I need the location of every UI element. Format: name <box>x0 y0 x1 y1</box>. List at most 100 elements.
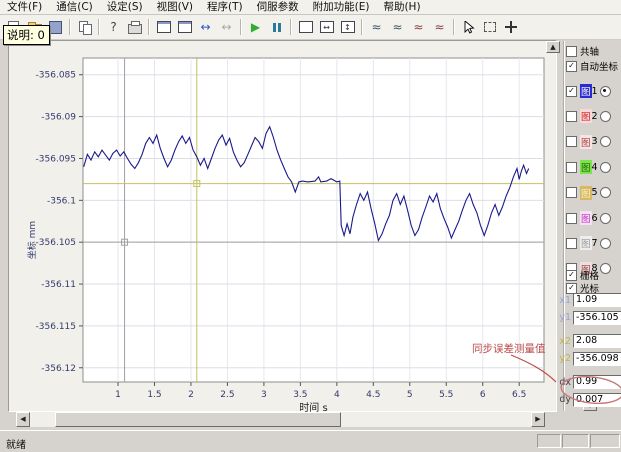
y2-input[interactable]: -356.098 <box>573 352 621 366</box>
grid-option[interactable]: ✓栅格 <box>566 268 599 282</box>
menu-item-3[interactable]: 视图(V) <box>150 0 200 14</box>
x2-input[interactable]: 2.08 <box>573 334 621 348</box>
svg-text:4: 4 <box>334 390 340 400</box>
pan-icon[interactable] <box>501 18 520 37</box>
dy-label: dy <box>558 394 571 405</box>
auto-coord-label: 自动坐标 <box>580 59 618 73</box>
expand-horizontal-icon[interactable]: ↔ <box>196 18 215 37</box>
plot-1-checkbox[interactable]: ✓ <box>566 86 577 97</box>
copy-icon[interactable] <box>75 18 94 37</box>
pointer-icon[interactable] <box>459 18 478 37</box>
plot-4-checkbox[interactable] <box>566 162 577 173</box>
auto-coord-option[interactable]: ✓自动坐标 <box>566 59 618 73</box>
plot-4-radio[interactable] <box>600 162 611 173</box>
chart-plot[interactable]: 11.522.533.544.555.566.5-356.085-356.09-… <box>9 41 558 413</box>
plot-5-option[interactable]: 图5 <box>566 186 611 200</box>
pause-icon[interactable] <box>267 18 286 37</box>
zoom-fit-icon[interactable] <box>296 18 315 37</box>
plot-1-radio[interactable] <box>600 86 611 97</box>
plot-4-option[interactable]: 图4 <box>566 160 611 174</box>
scroll-right-button[interactable]: ▶ <box>531 412 545 427</box>
toolbar-separator <box>453 19 455 35</box>
toolbar-separator <box>148 19 150 35</box>
wave-shift-down-icon[interactable]: ≈ <box>430 18 449 37</box>
share-axis-option[interactable]: 共轴 <box>566 44 599 58</box>
plot-2-option[interactable]: 图2 <box>566 109 611 123</box>
svg-text:4.5: 4.5 <box>366 390 380 400</box>
scroll-left-button[interactable]: ◀ <box>16 412 30 427</box>
plot-1-number: 1 <box>592 86 598 97</box>
x1-input[interactable]: 1.09 <box>573 293 621 307</box>
chart-area[interactable]: 11.522.533.544.555.566.5-356.085-356.09-… <box>8 40 557 412</box>
plot-2-radio[interactable] <box>600 111 611 122</box>
zoom-vertical-icon[interactable]: ↕ <box>338 18 357 37</box>
zoom-horizontal-icon[interactable]: ↔ <box>317 18 336 37</box>
print-icon[interactable] <box>125 18 144 37</box>
plot-6-option[interactable]: 图6 <box>566 211 611 225</box>
x2-label: x2 <box>558 336 571 347</box>
plot-7-color-swatch: 图 <box>580 236 592 250</box>
grid-checkbox[interactable]: ✓ <box>566 270 577 281</box>
grid-label: 栅格 <box>580 268 599 282</box>
share-axis-checkbox[interactable] <box>566 46 577 57</box>
toolbar-separator <box>98 19 100 35</box>
menu-item-2[interactable]: 设定(S) <box>100 0 150 14</box>
scrollbar-thumb[interactable] <box>55 412 341 427</box>
menu-bar: 文件(F)通信(C)设定(S)视图(V)程序(T)伺服参数附加功能(E)帮助(H… <box>0 0 621 15</box>
help-icon[interactable]: ? <box>104 18 123 37</box>
collapse-horizontal-icon[interactable]: ↔ <box>217 18 236 37</box>
svg-text:-356.115: -356.115 <box>36 322 76 332</box>
plot-5-checkbox[interactable] <box>566 187 577 198</box>
menu-item-4[interactable]: 程序(T) <box>200 0 250 14</box>
plot-2-checkbox[interactable] <box>566 111 577 122</box>
plot-3-radio[interactable] <box>600 136 611 147</box>
dx-input[interactable]: 0.99 <box>573 375 621 389</box>
plot-8-radio[interactable] <box>600 263 611 274</box>
dy-input[interactable]: 0.007 <box>573 393 621 407</box>
plot-3-checkbox[interactable] <box>566 136 577 147</box>
menu-item-5[interactable]: 伺服参数 <box>250 0 306 14</box>
plot-3-option[interactable]: 图3 <box>566 135 611 149</box>
menu-item-6[interactable]: 附加功能(E) <box>306 0 377 14</box>
status-text: 就绪 <box>6 436 26 451</box>
plot-7-radio[interactable] <box>600 238 611 249</box>
tooltip: 说明: 0 <box>3 25 50 45</box>
svg-text:-356.085: -356.085 <box>36 71 76 81</box>
plot-7-option[interactable]: 图7 <box>566 236 611 250</box>
share-axis-label: 共轴 <box>580 44 599 58</box>
svg-text:6.5: 6.5 <box>512 390 526 400</box>
y2-field-row: y2-356.098 <box>558 352 621 366</box>
svg-text:3.5: 3.5 <box>293 390 307 400</box>
svg-text:1: 1 <box>115 390 121 400</box>
menu-item-7[interactable]: 帮助(H) <box>376 0 427 14</box>
toolbar: ?↔↔▶↔↕≈≈≈≈ <box>0 15 621 40</box>
tile-window-icon[interactable] <box>175 18 194 37</box>
svg-text:-356.11: -356.11 <box>41 280 76 290</box>
plot-6-radio[interactable] <box>600 213 611 224</box>
y1-input[interactable]: -356.105 <box>573 311 621 325</box>
horizontal-scrollbar[interactable]: ◀ ▶ <box>16 412 545 427</box>
svg-text:-356.12: -356.12 <box>41 364 76 374</box>
plot-1-option[interactable]: ✓图1 <box>566 84 611 98</box>
cursor-checkbox[interactable]: ✓ <box>566 283 577 294</box>
plot-5-color-swatch: 图 <box>580 186 592 200</box>
plot-7-checkbox[interactable] <box>566 238 577 249</box>
select-region-icon[interactable] <box>480 18 499 37</box>
y1-field-row: y1-356.105 <box>558 311 621 325</box>
wave-measure-1-icon[interactable]: ≈ <box>367 18 386 37</box>
wave-measure-2-icon[interactable]: ≈ <box>388 18 407 37</box>
menu-item-0[interactable]: 文件(F) <box>0 0 49 14</box>
x1-label: x1 <box>558 295 571 306</box>
svg-text:-356.095: -356.095 <box>36 154 76 164</box>
x2-field-row: x22.08 <box>558 334 621 348</box>
start-icon[interactable]: ▶ <box>246 18 265 37</box>
settings-panel: 共轴✓自动坐标✓图1图2图3图4图5图6图7图8✓栅格✓光标x11.09y1-3… <box>558 40 621 430</box>
child-window-icon[interactable] <box>154 18 173 37</box>
toolbar-separator <box>240 19 242 35</box>
plot-6-checkbox[interactable] <box>566 213 577 224</box>
plot-5-radio[interactable] <box>600 187 611 198</box>
plot-6-color-swatch: 图 <box>580 211 592 225</box>
menu-item-1[interactable]: 通信(C) <box>49 0 100 14</box>
auto-coord-checkbox[interactable]: ✓ <box>566 61 577 72</box>
wave-shift-up-icon[interactable]: ≈ <box>409 18 428 37</box>
